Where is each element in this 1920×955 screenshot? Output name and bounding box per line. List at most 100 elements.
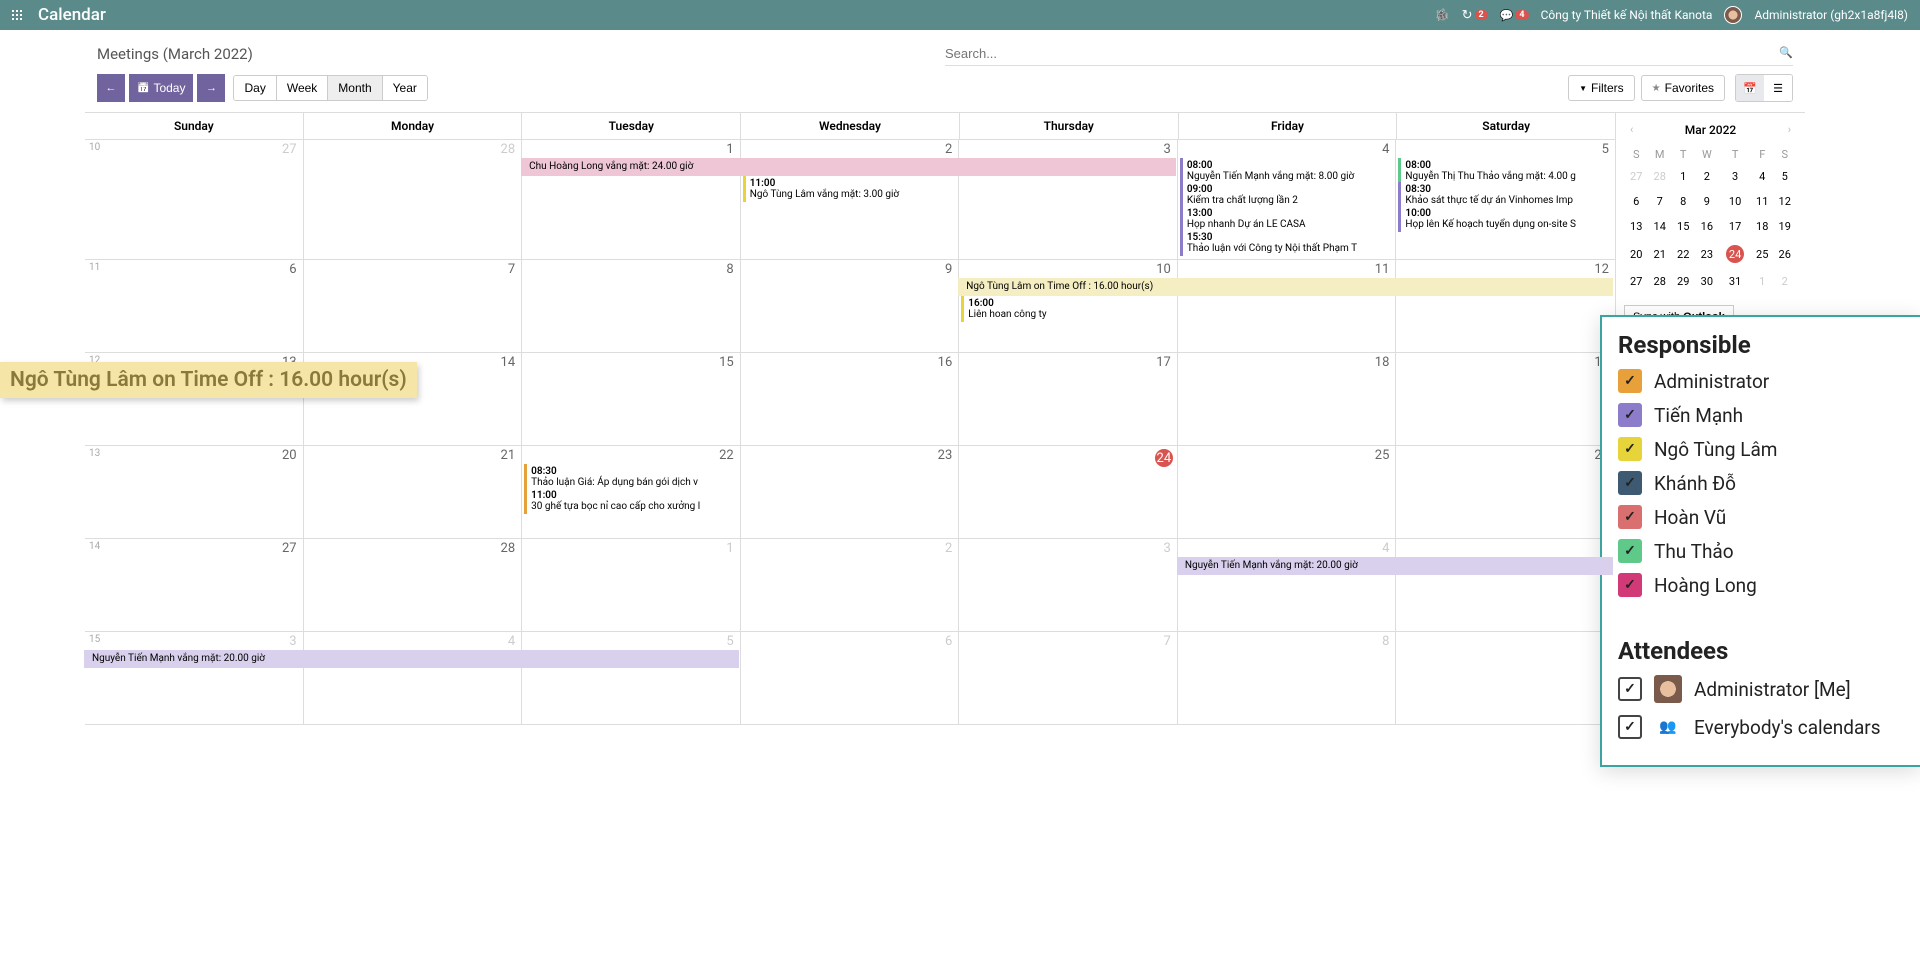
mini-day[interactable]: 28 [1648,165,1671,188]
calendar-cell[interactable]: 4 [304,632,523,725]
calendar-view-icon[interactable]: 📅 [1736,75,1764,101]
mini-day[interactable]: 6 [1626,190,1646,213]
color-checkbox-icon[interactable] [1618,437,1642,461]
responsible-row[interactable]: Thu Thảo [1618,539,1904,563]
mini-day[interactable]: 29 [1673,270,1693,293]
calendar-cell[interactable]: 5 [522,632,741,725]
color-checkbox-icon[interactable] [1618,471,1642,495]
search-icon[interactable]: 🔍 [1779,46,1793,59]
mini-day[interactable]: 31 [1720,270,1750,293]
favorites-button[interactable]: Favorites [1641,75,1725,101]
range-week[interactable]: Week [277,76,328,100]
calendar-event[interactable]: 09:00Kiểm tra chất lượng lần 2 [1180,182,1394,208]
calendar-cell[interactable]: 28 [304,140,523,260]
mini-day[interactable]: 27 [1626,165,1646,188]
responsible-row[interactable]: Khánh Đỗ [1618,471,1904,495]
calendar-cell[interactable]: 153Nguyễn Tiến Mạnh vắng mặt: 20.00 giờ [85,632,304,725]
calendar-cell[interactable]: 16 [741,353,960,446]
mini-day[interactable]: 8 [1673,190,1693,213]
calendar-cell[interactable]: 17 [959,353,1178,446]
attendee-everybody-row[interactable]: Everybody's calendars [1618,713,1904,741]
calendar-cell[interactable]: 12 [1396,260,1615,353]
mini-day[interactable]: 19 [1774,215,1795,238]
calendar-event[interactable]: 11:0030 ghế tựa bọc nỉ cao cấp cho xưởng… [524,488,738,514]
calendar-cell[interactable]: 8 [1178,632,1397,725]
calendar-event[interactable]: 08:00Nguyễn Thị Thu Thảo vắng mặt: 4.00 … [1398,158,1613,184]
calendar-cell[interactable]: 4Nguyễn Tiến Mạnh vắng mặt: 20.00 giờ [1178,539,1397,632]
mini-day[interactable]: 1 [1673,165,1693,188]
range-year[interactable]: Year [383,76,427,100]
calendar-cell[interactable]: 508:00Nguyễn Thị Thu Thảo vắng mặt: 4.00… [1396,140,1615,260]
mini-day[interactable]: 24 [1720,240,1750,268]
filters-button[interactable]: Filters [1568,75,1635,101]
mini-day[interactable]: 15 [1673,215,1693,238]
apps-menu-icon[interactable] [12,10,22,20]
calendar-cell[interactable]: 116 [85,260,304,353]
mini-day[interactable]: 27 [1626,270,1646,293]
responsible-row[interactable]: Administrator [1618,369,1904,393]
range-day[interactable]: Day [234,76,276,100]
mini-day[interactable]: 18 [1752,215,1772,238]
debug-icon[interactable] [1435,8,1450,23]
mini-day[interactable]: 23 [1695,240,1718,268]
checkbox-icon[interactable] [1618,715,1642,739]
responsible-row[interactable]: Tiến Mạnh [1618,403,1904,427]
calendar-cell[interactable]: 24 [959,446,1178,539]
user-label[interactable]: Administrator (gh2x1a8fj4l8) [1754,8,1908,22]
color-checkbox-icon[interactable] [1618,573,1642,597]
mini-day[interactable]: 12 [1774,190,1795,213]
calendar-cell[interactable]: 19 [1396,353,1615,446]
calendar-event[interactable]: 08:00Nguyễn Tiến Mạnh vắng mặt: 8.00 giờ [1180,158,1394,184]
calendar-cell[interactable]: 2 [741,539,960,632]
calendar-cell[interactable]: 9 [741,260,960,353]
mini-day[interactable]: 7 [1648,190,1671,213]
calendar-cell[interactable]: 1427 [85,539,304,632]
checkbox-icon[interactable] [1618,677,1642,701]
mini-day[interactable]: 4 [1752,165,1772,188]
mini-day[interactable]: 25 [1752,240,1772,268]
mini-day[interactable]: 9 [1695,190,1718,213]
mini-day[interactable]: 11 [1752,190,1772,213]
calendar-cell[interactable]: 1320 [85,446,304,539]
company-name[interactable]: Công ty Thiết kế Nội thất Kanota [1541,8,1713,22]
calendar-event[interactable]: 08:30Khảo sát thực tế dự án Vinhomes Imp [1398,182,1613,208]
calendar-cell[interactable]: 23 [741,446,960,539]
mini-day[interactable]: 14 [1648,215,1671,238]
mini-day[interactable]: 1 [1752,270,1772,293]
user-avatar[interactable] [1724,6,1742,24]
calendar-cell[interactable]: 7 [304,260,523,353]
messages-icon[interactable]: 4 [1500,9,1529,22]
color-checkbox-icon[interactable] [1618,539,1642,563]
calendar-cell[interactable]: 6 [741,632,960,725]
calendar-cell[interactable]: 2208:30Thảo luận Giá: Áp dụng bán gói dị… [522,446,741,539]
mini-day[interactable]: 20 [1626,240,1646,268]
calendar-event[interactable]: Ngô Tùng Lâm on Time Off : 16.00 hour(s) [958,278,1613,296]
calendar-cell[interactable]: 21 [304,446,523,539]
mini-day[interactable]: 10 [1720,190,1750,213]
calendar-cell[interactable]: 26 [1396,446,1615,539]
activity-icon[interactable]: 2 [1462,8,1488,23]
calendar-cell[interactable]: 9 [1396,632,1615,725]
range-month[interactable]: Month [328,76,382,100]
calendar-cell[interactable]: 15 [522,353,741,446]
calendar-cell[interactable]: 5 [1396,539,1615,632]
calendar-event[interactable]: Nguyễn Tiến Mạnh vắng mặt: 20.00 giờ [84,650,739,668]
calendar-cell[interactable]: 18 [1178,353,1397,446]
calendar-cell[interactable]: 10Ngô Tùng Lâm on Time Off : 16.00 hour(… [959,260,1178,353]
color-checkbox-icon[interactable] [1618,505,1642,529]
mini-prev-icon[interactable]: ‹ [1624,121,1639,138]
calendar-event[interactable]: 15:30Thảo luận với Công ty Nội thất Phạm… [1180,230,1394,256]
today-button[interactable]: Today [129,74,193,102]
responsible-row[interactable]: Hoàng Long [1618,573,1904,597]
responsible-row[interactable]: Hoàn Vũ [1618,505,1904,529]
calendar-event[interactable]: Chu Hoàng Long vắng mặt: 24.00 giờ [521,158,1176,176]
attendee-me-row[interactable]: Administrator [Me] [1618,675,1904,703]
calendar-cell[interactable]: 11 [1178,260,1397,353]
calendar-event[interactable]: 11:00Ngô Tùng Lâm vắng mặt: 3.00 giờ [743,176,957,202]
calendar-cell[interactable]: 1027 [85,140,304,260]
mini-day[interactable]: 21 [1648,240,1671,268]
calendar-cell[interactable]: 8 [522,260,741,353]
calendar-event[interactable]: 10:00Họp lên Kế hoạch tuyển dụng on-site… [1398,206,1613,232]
mini-day[interactable]: 3 [1720,165,1750,188]
mini-next-icon[interactable]: › [1782,121,1797,138]
